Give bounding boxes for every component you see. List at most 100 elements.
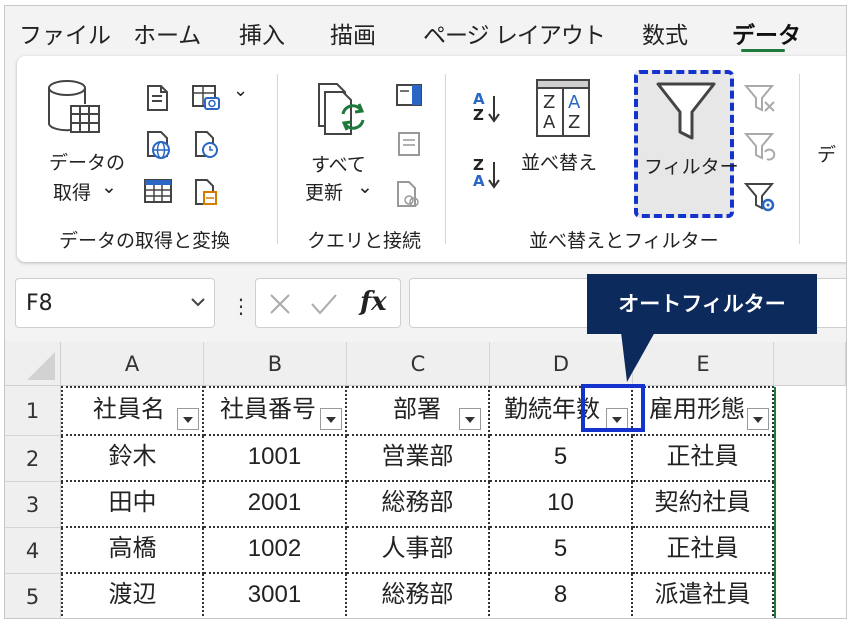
ribbon-tabs: ファイル ホーム 挿入 描画 ページ レイアウト 数式 データ xyxy=(5,6,846,56)
filter-dropdown-e[interactable] xyxy=(747,408,769,430)
row-header-4[interactable]: 4 xyxy=(5,528,61,574)
cell-name[interactable]: 鈴木 xyxy=(61,436,204,482)
ribbon: データの 取得 ⌄ ⌄ すべて 更新 ⌄ A Z Z A Z A A Z 並べ替… xyxy=(17,56,846,262)
filter-dropdown-a[interactable] xyxy=(177,408,199,430)
cell-name[interactable]: 高橋 xyxy=(61,528,204,574)
from-web-icon[interactable] xyxy=(145,130,173,160)
filter-button[interactable]: フィルター xyxy=(634,70,739,218)
from-table-icon[interactable] xyxy=(143,178,173,206)
sort-za-a: A xyxy=(473,172,485,190)
chevron-down-icon xyxy=(191,298,205,307)
group-label-get-transform: データの取得と変換 xyxy=(59,230,231,252)
insert-function-icon[interactable]: fx xyxy=(360,287,387,317)
header-text: 社員番号 xyxy=(220,396,316,423)
cell-years[interactable]: 5 xyxy=(490,528,633,574)
group-separator xyxy=(277,74,278,244)
from-picture-icon[interactable] xyxy=(191,84,225,112)
row-header-5[interactable]: 5 xyxy=(5,574,61,618)
column-header-a[interactable]: A xyxy=(61,342,204,386)
tab-home[interactable]: ホーム xyxy=(133,16,201,50)
database-table-icon xyxy=(48,80,100,133)
more-icon[interactable]: ⋮ xyxy=(231,294,251,318)
row-header-3[interactable]: 3 xyxy=(5,482,61,528)
chevron-down-icon[interactable]: ⌄ xyxy=(233,80,248,101)
arrow-down-icon xyxy=(488,162,500,189)
clear-filter-icon[interactable] xyxy=(743,82,777,116)
cell-id[interactable]: 2001 xyxy=(204,482,347,528)
get-data-label-2: 取得 xyxy=(53,182,92,204)
active-tab-indicator xyxy=(741,49,785,52)
existing-connections-icon[interactable] xyxy=(193,178,221,208)
cell-dept[interactable]: 人事部 xyxy=(347,528,490,574)
dropdown-arrow-icon xyxy=(183,417,193,423)
group-label-sort-filter: 並べ替えとフィルター xyxy=(529,230,719,252)
cell-type[interactable]: 正社員 xyxy=(633,436,774,482)
cell-years[interactable]: 8 xyxy=(490,574,633,618)
cell-id[interactable]: 3001 xyxy=(204,574,347,618)
edit-links-icon[interactable] xyxy=(395,180,423,210)
cell-type[interactable]: 派遣社員 xyxy=(633,574,774,618)
filter-dropdown-b[interactable] xyxy=(320,408,342,430)
recent-sources-icon[interactable] xyxy=(193,130,221,160)
svg-text:A: A xyxy=(568,92,581,113)
cell-years[interactable]: 10 xyxy=(490,482,633,528)
group-separator xyxy=(445,74,446,244)
refresh-icon xyxy=(318,83,365,135)
sort-az-z: Z xyxy=(473,106,484,124)
group-label-queries: クエリと接続 xyxy=(307,230,422,252)
highlight-box xyxy=(581,384,645,432)
callout-text: オートフィルター xyxy=(618,292,786,316)
group-separator xyxy=(799,74,800,244)
row-header-2[interactable]: 2 xyxy=(5,436,61,482)
column-header-b[interactable]: B xyxy=(204,342,347,386)
name-box-value: F8 xyxy=(26,291,53,316)
get-data-label-1: データの xyxy=(49,152,126,174)
dropdown-arrow-icon xyxy=(326,417,336,423)
column-header-c[interactable]: C xyxy=(347,342,490,386)
cell-dept[interactable]: 総務部 xyxy=(347,482,490,528)
corner-triangle-icon xyxy=(27,352,55,380)
advanced-filter-icon[interactable] xyxy=(743,180,777,214)
chevron-down-icon: ⌄ xyxy=(101,176,117,198)
reapply-filter-icon[interactable] xyxy=(743,130,777,164)
cell-name[interactable]: 田中 xyxy=(61,482,204,528)
header-text: 雇用形態 xyxy=(649,396,745,423)
callout-pointer xyxy=(621,332,655,382)
row-header-1[interactable]: 1 xyxy=(5,386,61,436)
cell-type[interactable]: 契約社員 xyxy=(633,482,774,528)
funnel-icon xyxy=(656,82,716,140)
enter-check-icon[interactable] xyxy=(310,292,338,316)
name-box[interactable]: F8 xyxy=(15,278,215,328)
cell-dept[interactable]: 総務部 xyxy=(347,574,490,618)
selected-column-f[interactable] xyxy=(774,387,846,618)
excel-window: ファイル ホーム 挿入 描画 ページ レイアウト 数式 データ データの 取得 … xyxy=(4,5,847,619)
sort-label: 並べ替え xyxy=(521,152,598,174)
formula-buttons: fx xyxy=(255,278,401,328)
cell-id[interactable]: 1001 xyxy=(204,436,347,482)
column-header-d[interactable]: D xyxy=(490,342,633,386)
svg-text:Z: Z xyxy=(568,112,580,133)
tab-formulas[interactable]: 数式 xyxy=(642,16,688,50)
refresh-all-label-2: 更新 xyxy=(305,182,344,204)
queries-connections-icon[interactable] xyxy=(395,82,423,110)
tab-data[interactable]: データ xyxy=(732,16,801,50)
tab-page-layout[interactable]: ページ レイアウト xyxy=(423,16,606,50)
header-text: 部署 xyxy=(393,396,441,423)
tab-draw[interactable]: 描画 xyxy=(330,16,376,50)
tab-insert[interactable]: 挿入 xyxy=(239,16,285,50)
cancel-icon[interactable] xyxy=(268,292,292,316)
cell-name[interactable]: 渡辺 xyxy=(61,574,204,618)
cell-years[interactable]: 5 xyxy=(490,436,633,482)
tab-file[interactable]: ファイル xyxy=(19,16,111,50)
data-tools-partial-label: デ xyxy=(817,144,837,166)
cell-type[interactable]: 正社員 xyxy=(633,528,774,574)
arrow-down-icon xyxy=(488,96,500,123)
column-header-f[interactable] xyxy=(774,342,846,386)
filter-dropdown-c[interactable] xyxy=(459,408,481,430)
properties-icon[interactable] xyxy=(395,130,423,158)
from-text-icon[interactable] xyxy=(145,84,171,112)
header-text: 社員名 xyxy=(93,396,165,423)
select-all-corner[interactable] xyxy=(5,342,61,386)
cell-dept[interactable]: 営業部 xyxy=(347,436,490,482)
cell-id[interactable]: 1002 xyxy=(204,528,347,574)
